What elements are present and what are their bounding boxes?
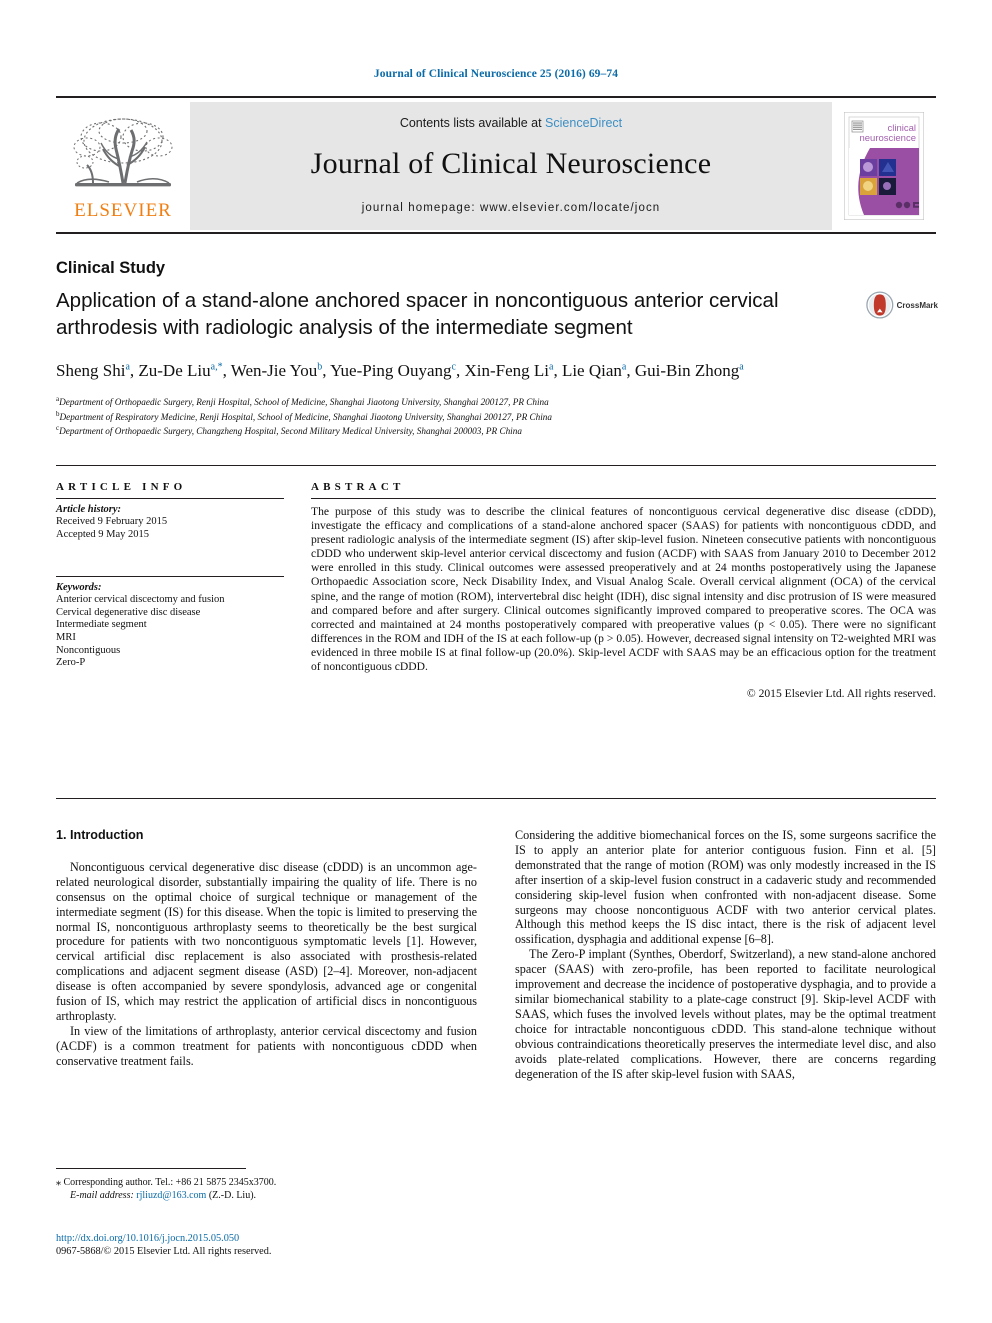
svg-text:neuroscience: neuroscience [859,133,916,144]
article-page: Journal of Clinical Neuroscience 25 (201… [0,0,992,1323]
keywords-block: Keywords: Anterior cervical discectomy a… [56,576,284,670]
elsevier-logo: ELSEVIER [56,102,190,230]
paragraph: Considering the additive biomechanical f… [515,828,936,947]
abstract-heading: ABSTRACT [311,481,405,493]
info-divider [56,498,284,499]
journal-cover-thumbnail: clinical neuroscience [832,102,936,230]
article-section-label: Clinical Study [56,259,166,277]
author-item: Xin-Feng Lia [464,361,554,380]
email-line: E-mail address: rjliuzd@163.com (Z.-D. L… [56,1189,486,1202]
abstract-divider [311,498,936,499]
issn-copyright: 0967-5868/© 2015 Elsevier Ltd. All right… [56,1246,272,1257]
keywords-divider [56,576,284,578]
article-info-column: Article history: Received 9 February 201… [56,498,284,670]
author-item: Wen-Jie Youb [230,361,323,380]
article-history-label: Article history: [56,504,122,515]
author-item: Gui-Bin Zhonga [634,361,744,380]
info-band-bottom-rule [56,798,936,799]
crossmark-badge[interactable]: CrossMark [866,288,938,322]
body-column-left: 1. Introduction Noncontiguous cervical d… [56,828,477,1069]
journal-masthead: ELSEVIER Contents lists available at Sci… [56,96,936,234]
abstract-text: The purpose of this study was to describ… [311,505,936,674]
keyword-item: Noncontiguous [56,644,121,656]
masthead-top-rule [56,96,936,98]
asterisk-icon: ⁎ [56,1177,61,1188]
cover-image: clinical neuroscience [844,112,924,220]
author-item: Yue-Ping Ouyangc [330,361,456,380]
footnote-rule [56,1168,246,1169]
author-item: Zu-De Liua,* [138,361,223,380]
corresponding-author-text: Corresponding author. Tel.: +86 21 5875 … [63,1177,277,1188]
paragraph: Noncontiguous cervical degenerative disc… [56,859,477,1023]
elsevier-tree-icon [73,117,173,186]
corresponding-author-note: ⁎ Corresponding author. Tel.: +86 21 587… [56,1176,486,1202]
affiliation-list: aDepartment of Orthopaedic Surgery, Renj… [56,394,946,438]
journal-title: Journal of Clinical Neuroscience [310,147,712,180]
introduction-heading: 1. Introduction [56,828,144,842]
masthead-bottom-rule [56,232,936,234]
paragraph: The Zero-P implant (Synthes, Oberdorf, S… [515,947,936,1081]
abstract-copyright: © 2015 Elsevier Ltd. All rights reserved… [746,687,936,701]
email-owner: (Z.-D. Liu). [208,1190,257,1202]
author-item: Lie Qiana [561,361,627,380]
info-band-top-rule [56,465,936,466]
journal-homepage-link[interactable]: journal homepage: www.elsevier.com/locat… [362,202,661,214]
doi-link[interactable]: http://dx.doi.org/10.1016/j.jocn.2015.05… [56,1232,486,1245]
journal-band: Contents lists available at ScienceDirec… [190,102,832,230]
page-footer: http://dx.doi.org/10.1016/j.jocn.2015.05… [56,1232,486,1258]
crossmark-label: CrossMark [896,300,938,310]
crossmark-icon [866,291,894,319]
contents-prefix: Contents lists available at [399,116,546,130]
body-column-right: Considering the additive biomechanical f… [515,828,936,1081]
keywords-label: Keywords: [56,582,102,594]
author-item: Sheng Shia [56,361,130,380]
keyword-item: MRI [56,631,76,643]
article-info-heading: ARTICLE INFO [56,481,187,493]
elsevier-wordmark: ELSEVIER [74,199,172,221]
author-list: Sheng Shia, Zu-De Liua,*, Wen-Jie Youb, … [56,361,744,380]
running-head: Journal of Clinical Neuroscience 25 (201… [373,68,619,80]
abstract-column: The purpose of this study was to describ… [311,498,936,700]
affiliation-item: cDepartment of Orthopaedic Surgery, Chan… [56,424,522,437]
keyword-item: Anterior cervical discectomy and fusion [56,594,225,606]
article-history-accepted: Accepted 9 May 2015 [56,528,150,540]
keyword-item: Zero-P [56,657,86,669]
contents-list-line: Contents lists available at ScienceDirec… [400,116,622,130]
email-link[interactable]: rjliuzd@163.com [136,1190,206,1201]
affiliation-item: aDepartment of Orthopaedic Surgery, Renj… [56,395,549,408]
email-label: E-mail address: [70,1190,134,1202]
sciencedirect-link[interactable]: ScienceDirect [545,116,622,130]
keyword-item: Cervical degenerative disc disease [56,606,201,618]
affiliation-item: bDepartment of Respiratory Medicine, Ren… [56,409,552,422]
keyword-item: Intermediate segment [56,619,147,631]
paragraph: In view of the limitations of arthroplas… [56,1023,477,1068]
page-title: Application of a stand-alone anchored sp… [56,289,779,339]
corresponding-author-line: ⁎ Corresponding author. Tel.: +86 21 587… [56,1176,486,1189]
article-history-received: Received 9 February 2015 [56,516,168,527]
